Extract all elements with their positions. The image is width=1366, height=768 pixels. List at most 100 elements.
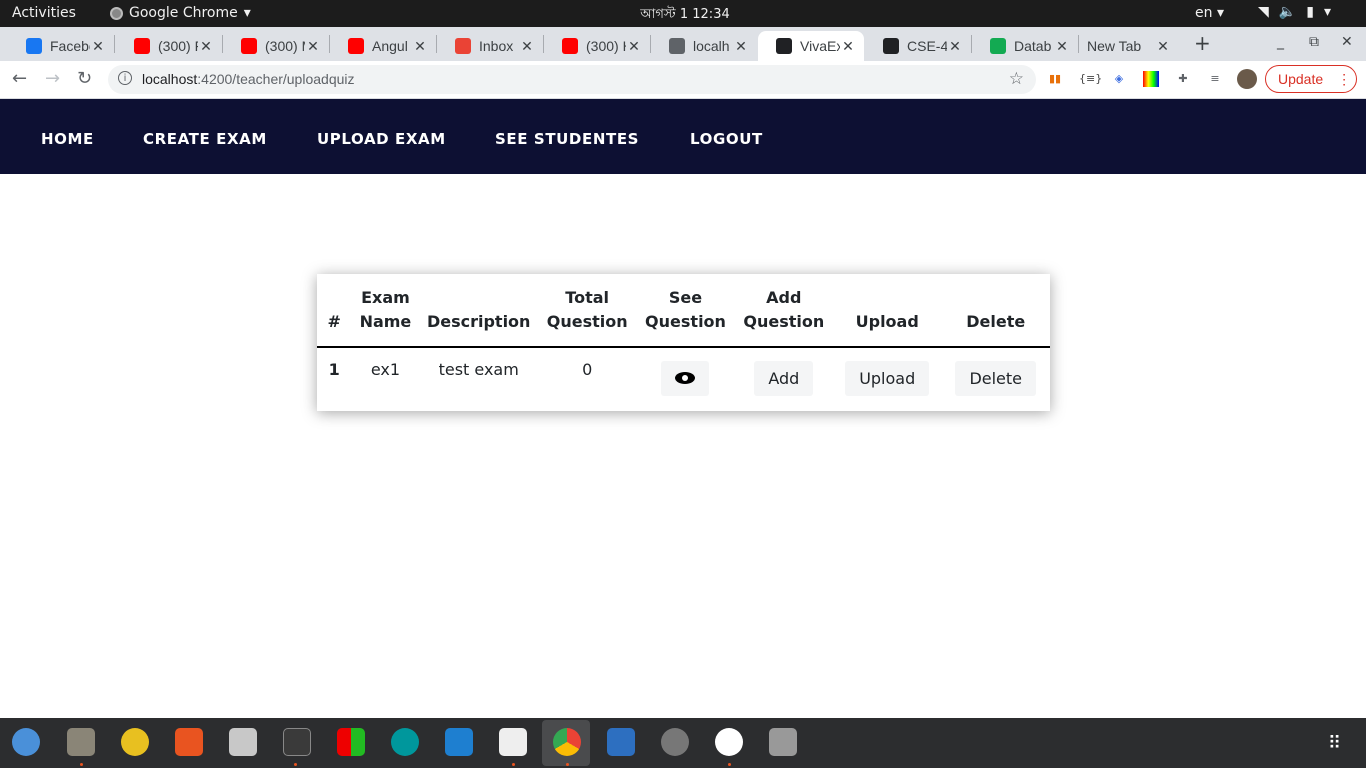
terminal-icon[interactable] [283, 728, 311, 756]
tab-close-icon[interactable]: ✕ [305, 38, 321, 55]
tab-close-icon[interactable]: ✕ [733, 38, 749, 55]
nav-logout[interactable]: LOGOUT [690, 130, 763, 148]
disk-icon[interactable] [769, 728, 797, 756]
update-button[interactable]: Update ⋮ [1265, 65, 1357, 93]
exam-table-card: # Exam Name Description Total Question S… [317, 274, 1050, 411]
running-indicator [80, 763, 83, 766]
col-header-see-question: See Question [636, 274, 735, 348]
row-delete-cell: Delete [941, 347, 1050, 410]
app-menu-label: Google Chrome [129, 5, 238, 21]
tab-close-icon[interactable]: ✕ [412, 38, 428, 55]
activities-button[interactable]: Activities [12, 5, 76, 21]
see-question-button[interactable] [661, 361, 710, 396]
tab-5[interactable]: Inbox ✕ [437, 31, 543, 61]
viva-icon [776, 38, 792, 54]
bookmark-star-icon[interactable]: ☆ [1009, 69, 1024, 89]
colorful-app-icon[interactable] [337, 728, 365, 756]
running-indicator [566, 763, 569, 766]
text-editor-icon[interactable] [499, 728, 527, 756]
address-bar[interactable]: i localhost:4200/teacher/uploadquiz ☆ [108, 65, 1036, 94]
youtube-icon [562, 38, 578, 54]
reload-icon[interactable]: ↻ [77, 68, 92, 89]
document-viewer-icon[interactable] [229, 728, 257, 756]
url-text[interactable]: localhost:4200/teacher/uploadquiz [142, 71, 355, 87]
extension-colorpicker-icon[interactable] [1143, 71, 1159, 87]
profile-avatar[interactable] [1237, 69, 1257, 89]
app-menu[interactable]: Google Chrome ▾ [110, 5, 251, 21]
row-upload-cell: Upload [833, 347, 941, 410]
running-indicator [728, 763, 731, 766]
add-question-button[interactable]: Add [754, 361, 814, 396]
tab-title: (300) M [265, 38, 305, 54]
system-clock[interactable]: আগস্ট 1 12:34 [620, 5, 750, 26]
nav-create-exam[interactable]: CREATE EXAM [143, 130, 267, 148]
mongodb-compass-icon[interactable] [715, 728, 743, 756]
tab-8[interactable]: VivaEx ✕ [758, 31, 864, 61]
minimize-icon[interactable]: _ [1277, 34, 1284, 50]
system-tray[interactable]: ◥ 🔈 ▮ ▾ [1258, 4, 1331, 20]
media-queue-icon[interactable]: ≡ [1207, 71, 1223, 87]
tab-title: New Tab [1087, 38, 1142, 54]
nav-home[interactable]: HOME [41, 130, 94, 148]
tab-title: Facebo [50, 38, 90, 54]
github-icon [883, 38, 899, 54]
delete-button[interactable]: Delete [955, 361, 1037, 396]
site-info-icon[interactable]: i [118, 71, 132, 85]
gmail-icon [455, 38, 471, 54]
tab-title: CSE-4 [907, 38, 947, 54]
tab-3[interactable]: (300) M✕ [223, 31, 329, 61]
nav-upload-exam[interactable]: UPLOAD EXAM [317, 130, 446, 148]
tab-close-icon[interactable]: ✕ [1054, 38, 1070, 55]
extension-json-icon[interactable]: {≡} [1079, 71, 1102, 87]
arduino-icon[interactable] [391, 728, 419, 756]
col-header-add-question: Add Question [734, 274, 833, 348]
vscode-icon[interactable] [445, 728, 473, 756]
tab-11[interactable]: New Tab ✕ [1079, 31, 1179, 61]
tab-4[interactable]: Angul ✕ [330, 31, 436, 61]
tab-7[interactable]: localh ✕ [651, 31, 757, 61]
caret-down-icon: ▾ [1323, 4, 1331, 20]
tab-6[interactable]: (300) H✕ [544, 31, 650, 61]
tab-1[interactable]: Facebo✕ [8, 31, 114, 61]
tab-9[interactable]: CSE-4 ✕ [865, 31, 971, 61]
tab-close-icon[interactable]: ✕ [519, 38, 535, 55]
language-indicator[interactable]: en ▾ [1195, 5, 1224, 21]
wifi-icon: ◥ [1258, 4, 1269, 20]
battery-icon: ▮ [1306, 4, 1314, 20]
extension-palette-icon[interactable]: ▮▮ [1047, 71, 1063, 87]
update-label: Update [1278, 71, 1324, 87]
files-icon[interactable] [67, 728, 95, 756]
tab-10[interactable]: Datab ✕ [972, 31, 1078, 61]
writer-icon[interactable] [607, 728, 635, 756]
tab-close-icon[interactable]: ✕ [840, 38, 856, 55]
show-apps-grid-icon[interactable]: ⠿ [1328, 733, 1341, 754]
tab-title: VivaEx [800, 38, 840, 54]
restore-icon[interactable]: ⧉ [1309, 34, 1319, 50]
window-close-icon[interactable]: ✕ [1341, 34, 1353, 50]
forward-arrow-icon[interactable]: → [45, 68, 60, 89]
extension-c-icon[interactable]: ◈ [1111, 71, 1127, 87]
tab-close-icon[interactable]: ✕ [90, 38, 106, 55]
row-number: 1 [328, 360, 340, 379]
tab-separator [114, 35, 115, 53]
tab-2[interactable]: (300) F✕ [116, 31, 222, 61]
tab-close-icon[interactable]: ✕ [947, 38, 963, 55]
software-center-icon[interactable] [175, 728, 203, 756]
rhythmbox-icon[interactable] [121, 728, 149, 756]
upload-button[interactable]: Upload [845, 361, 930, 396]
mongodb-icon [990, 38, 1006, 54]
col-header-total-question: Total Question [538, 274, 637, 348]
tab-close-icon[interactable]: ✕ [1155, 38, 1171, 55]
extensions-puzzle-icon[interactable]: ✚ [1175, 71, 1191, 87]
nav-see-students[interactable]: SEE STUDENTES [495, 130, 639, 148]
chrome-dock-icon[interactable] [553, 728, 581, 756]
settings-gear-icon[interactable] [661, 728, 689, 756]
tab-close-icon[interactable]: ✕ [198, 38, 214, 55]
new-tab-button[interactable]: + [1194, 31, 1211, 55]
language-label: en [1195, 5, 1213, 21]
globe-icon [669, 38, 685, 54]
tab-close-icon[interactable]: ✕ [626, 38, 642, 55]
facebook-icon [26, 38, 42, 54]
thunderbird-icon[interactable] [12, 728, 40, 756]
back-arrow-icon[interactable]: ← [12, 68, 27, 89]
